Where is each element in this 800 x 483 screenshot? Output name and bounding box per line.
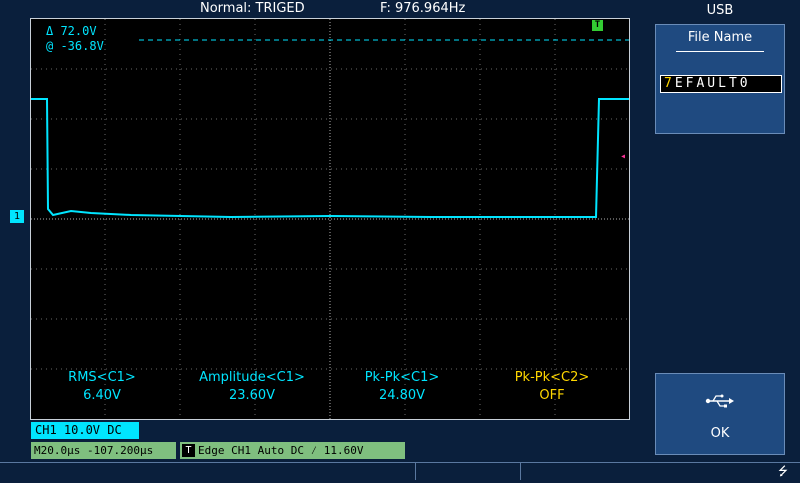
measurement-pkpk-c2: Pk-Pk<C2> OFF bbox=[477, 369, 627, 405]
trigger-icon: T bbox=[182, 444, 195, 457]
trigger-level-marker[interactable]: ◂ bbox=[620, 151, 626, 162]
measurement-amplitude-c1: Amplitude<C1> 23.60V bbox=[177, 369, 327, 405]
cursor-delta: Δ 72.0V bbox=[46, 24, 97, 38]
channel1-info[interactable]: CH1 10.0V DC bbox=[31, 422, 139, 439]
measurement-value: 24.80V bbox=[378, 388, 426, 403]
measurement-label: Pk-Pk<C1> bbox=[364, 370, 440, 385]
menu-title: USB bbox=[706, 3, 734, 18]
bottom-divider-tick bbox=[520, 462, 521, 480]
file-name-cursor-char: 7 bbox=[664, 76, 675, 91]
measurement-pkpk-c1: Pk-Pk<C1> 24.80V bbox=[327, 369, 477, 405]
usb-icon bbox=[656, 392, 784, 413]
file-name-underline bbox=[676, 51, 764, 52]
graticule-and-trace bbox=[31, 19, 629, 419]
bottom-divider-tick bbox=[415, 462, 416, 480]
file-name-button[interactable]: File Name 7EFAULT0 bbox=[655, 24, 785, 134]
measurement-label: RMS<C1> bbox=[68, 370, 136, 385]
frequency-readout: F: 976.964Hz bbox=[380, 1, 466, 16]
graticule-center-axes bbox=[31, 19, 629, 419]
measurement-label: Amplitude<C1> bbox=[199, 370, 305, 385]
file-name-label: File Name bbox=[687, 30, 753, 45]
measurement-value: 6.40V bbox=[83, 388, 121, 403]
cursor-position: @ -36.8V bbox=[46, 39, 104, 53]
acquisition-status: Normal: TRIGED bbox=[200, 1, 305, 16]
status-bar: Normal: TRIGED F: 976.964Hz bbox=[0, 0, 650, 18]
cursor-readout: Δ 72.0V @ -36.8V bbox=[46, 24, 104, 54]
measurement-value: OFF bbox=[539, 388, 565, 403]
file-name-text: EFAULT0 bbox=[674, 76, 751, 91]
waveform-display[interactable] bbox=[30, 18, 630, 420]
ok-label: OK bbox=[710, 426, 730, 441]
ok-button[interactable]: OK bbox=[655, 373, 785, 455]
timebase-info[interactable]: M20.0μs -107.200μs bbox=[31, 442, 176, 459]
measurement-value: 23.60V bbox=[228, 388, 276, 403]
trigger-settings: Edge CH1 Auto DC ⁄ 11.60V bbox=[198, 444, 364, 457]
trigger-position-marker[interactable]: T bbox=[592, 20, 603, 31]
file-name-input[interactable]: 7EFAULT0 bbox=[660, 75, 782, 93]
usb-symbol bbox=[705, 394, 734, 408]
measurement-rms-c1: RMS<C1> 6.40V bbox=[27, 369, 177, 405]
bottom-divider bbox=[0, 462, 800, 463]
ch1-ground-marker[interactable]: 1 bbox=[10, 210, 24, 223]
measurement-label: Pk-Pk<C2> bbox=[514, 370, 590, 385]
trigger-info[interactable]: T Edge CH1 Auto DC ⁄ 11.60V bbox=[180, 442, 405, 459]
